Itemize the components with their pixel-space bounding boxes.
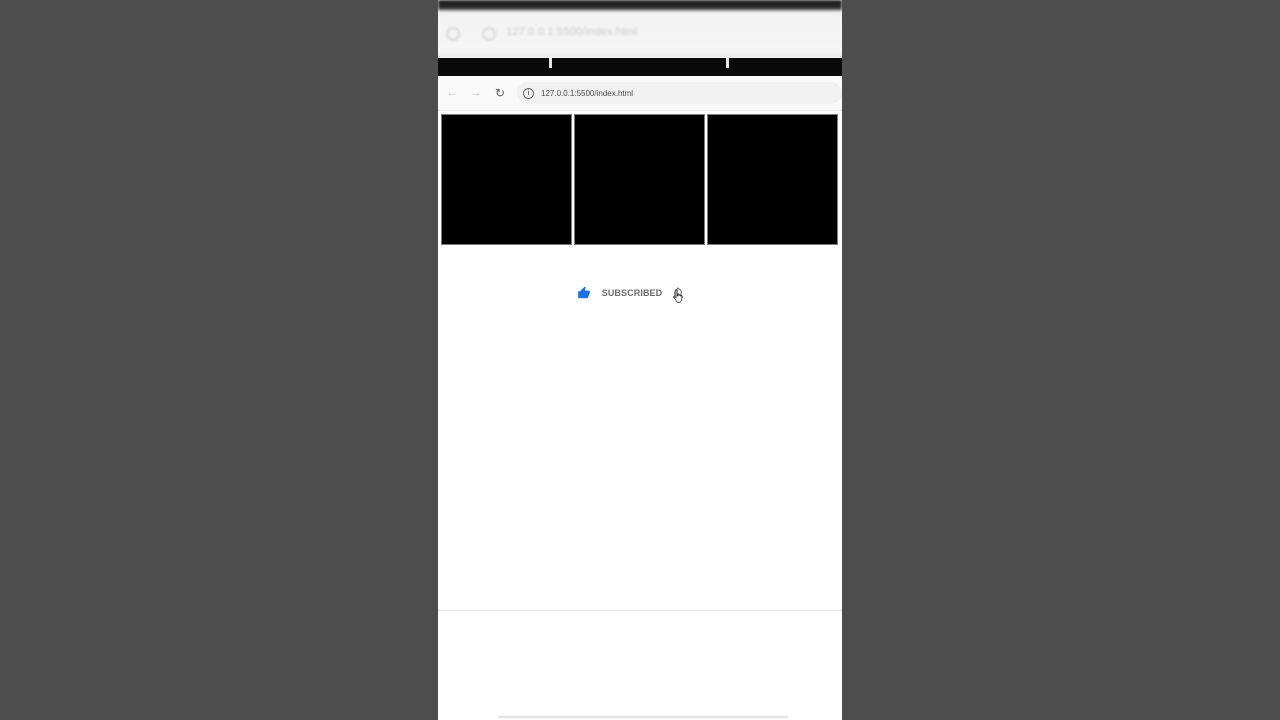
back-arrow-icon: ← [446,87,458,99]
black-strip [438,58,842,76]
ghost-browser-bar: 127.0.0.1:5500/index.html [438,0,842,58]
thumbs-up-icon [577,286,590,299]
video-tile-1[interactable] [441,114,572,245]
browser-toolbar: ← → ↻ i 127.0.0.1:5500/index.html [438,76,842,111]
subscribe-row: SUBSCRIBED [438,282,842,304]
reload-button[interactable]: ↻ [489,82,511,104]
bottom-indicator [498,716,788,718]
forward-button[interactable]: → [465,82,487,104]
video-tile-2[interactable] [574,114,705,245]
subscribe-button[interactable]: SUBSCRIBED [602,288,663,298]
forward-arrow-icon: → [470,87,482,99]
reload-icon: ↻ [494,86,506,100]
video-tile-3[interactable] [707,114,838,245]
hand-pointer-cursor-icon [673,289,683,303]
page-divider [438,610,842,611]
like-button[interactable] [575,284,593,302]
address-bar[interactable]: i 127.0.0.1:5500/index.html [517,82,842,104]
url-text[interactable]: 127.0.0.1:5500/index.html [541,89,633,98]
strip-tick [726,58,729,68]
back-button[interactable]: ← [441,82,463,104]
phone-screen: 127.0.0.1:5500/index.html ← → ↻ i 127.0.… [438,0,842,720]
video-tiles [441,114,838,245]
stage: 127.0.0.1:5500/index.html ← → ↻ i 127.0.… [0,0,1280,720]
strip-tick [549,58,552,68]
ghost-url: 127.0.0.1:5500/index.html [506,26,638,38]
ghost-reload-icon [446,27,460,41]
site-info-icon[interactable]: i [523,87,534,99]
ghost-info-icon [482,27,496,41]
